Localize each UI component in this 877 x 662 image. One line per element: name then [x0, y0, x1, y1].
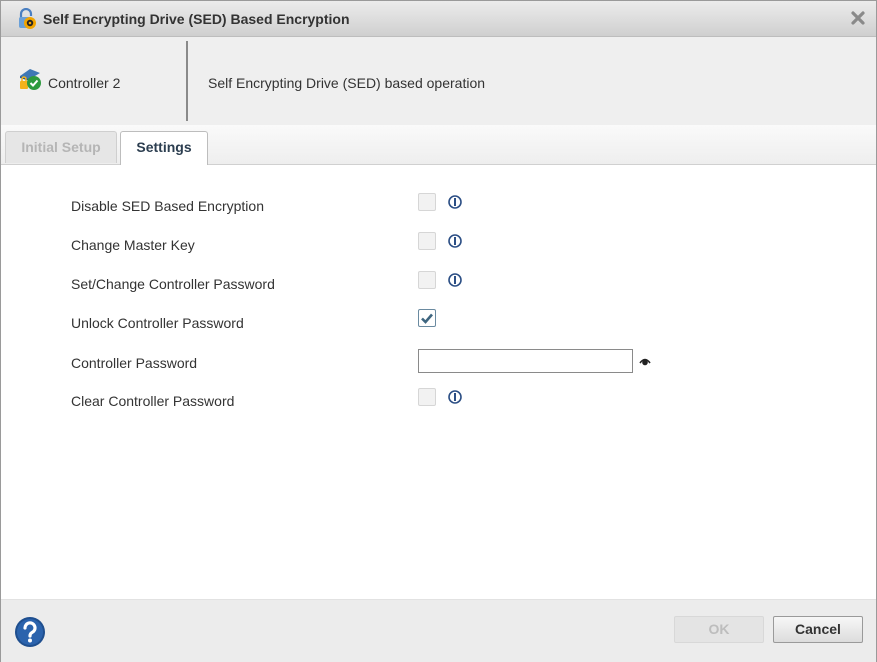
- tab-settings[interactable]: Settings: [120, 131, 208, 165]
- tab-bar: Initial Setup Settings: [1, 125, 876, 165]
- header-divider: [186, 41, 188, 121]
- info-icon[interactable]: [448, 273, 462, 287]
- controller-header: Controller 2 Self Encrypting Drive (SED)…: [1, 37, 876, 125]
- help-icon[interactable]: [14, 616, 46, 648]
- controller-ok-icon: [20, 69, 41, 90]
- info-icon[interactable]: [448, 195, 462, 209]
- close-icon[interactable]: [850, 10, 866, 26]
- title-bar: Self Encrypting Drive (SED) Based Encryp…: [1, 1, 876, 37]
- controller-password-label: Controller Password: [71, 355, 198, 371]
- controller-label: Controller 2: [48, 75, 121, 91]
- eye-icon[interactable]: [639, 357, 651, 366]
- cancel-button[interactable]: Cancel: [773, 616, 863, 643]
- disable-sed-checkbox[interactable]: [418, 193, 436, 211]
- disable-sed-label: Disable SED Based Encryption: [71, 198, 264, 214]
- dialog-title: Self Encrypting Drive (SED) Based Encryp…: [43, 11, 350, 27]
- dialog-footer: OK Cancel: [1, 599, 876, 662]
- controller-password-input[interactable]: [418, 349, 633, 373]
- info-icon[interactable]: [448, 390, 462, 404]
- change-master-key-label: Change Master Key: [71, 237, 195, 253]
- change-master-key-checkbox[interactable]: [418, 232, 436, 250]
- clear-password-checkbox[interactable]: [418, 388, 436, 406]
- unlock-password-checkbox[interactable]: [418, 309, 436, 327]
- clear-password-label: Clear Controller Password: [71, 393, 235, 409]
- lock-gear-icon: [19, 8, 36, 29]
- sed-encryption-dialog: Self Encrypting Drive (SED) Based Encryp…: [0, 0, 877, 662]
- set-change-password-checkbox[interactable]: [418, 271, 436, 289]
- info-icon[interactable]: [448, 234, 462, 248]
- settings-panel: Disable SED Based Encryption Change Mast…: [1, 165, 876, 599]
- ok-button[interactable]: OK: [674, 616, 764, 643]
- checkmark-icon: [421, 313, 433, 324]
- tab-initial-setup[interactable]: Initial Setup: [5, 131, 117, 163]
- header-description: Self Encrypting Drive (SED) based operat…: [208, 75, 486, 91]
- unlock-password-label: Unlock Controller Password: [71, 315, 244, 331]
- set-change-password-label: Set/Change Controller Password: [71, 276, 275, 292]
